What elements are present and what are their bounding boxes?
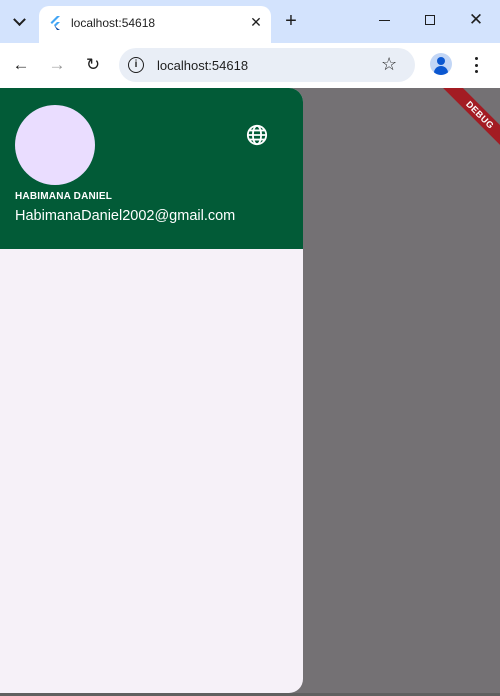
language-icon[interactable]	[246, 124, 268, 146]
browser-menu-icon[interactable]	[470, 55, 482, 75]
bookmark-star-icon[interactable]: ☆	[381, 54, 397, 75]
url-text[interactable]: localhost:54618	[157, 58, 248, 73]
profile-avatar-icon[interactable]	[430, 53, 452, 75]
debug-banner: DEBUG	[439, 88, 500, 156]
account-email: HabimanaDaniel2002@gmail.com	[15, 208, 236, 224]
app-viewport: HABIMANA DANIEL HabimanaDaniel2002@gmail…	[0, 88, 500, 696]
minimize-button[interactable]	[374, 10, 394, 30]
browser-tab-bar: localhost:54618 ✕ + ✕	[0, 0, 500, 43]
forward-button[interactable]: →	[45, 53, 69, 77]
debug-banner-label: DEBUG	[464, 99, 496, 131]
tab-search-button[interactable]	[5, 9, 33, 35]
navigation-drawer: HABIMANA DANIEL HabimanaDaniel2002@gmail…	[0, 88, 303, 693]
tab-close-icon[interactable]: ✕	[247, 13, 265, 31]
reload-button[interactable]: ↻	[81, 53, 105, 77]
maximize-button[interactable]	[420, 10, 440, 30]
maximize-icon	[425, 15, 435, 25]
account-name: HABIMANA DANIEL	[15, 191, 113, 202]
new-tab-button[interactable]: +	[281, 11, 301, 31]
close-window-button[interactable]: ✕	[466, 10, 486, 30]
back-button[interactable]: ←	[9, 53, 33, 77]
address-bar[interactable]: i localhost:54618 ☆	[119, 48, 415, 82]
tab-title: localhost:54618	[71, 16, 156, 30]
flutter-favicon-icon	[50, 16, 60, 30]
drawer-header: HABIMANA DANIEL HabimanaDaniel2002@gmail…	[0, 88, 303, 249]
browser-tab[interactable]: localhost:54618 ✕	[39, 6, 271, 43]
chevron-down-icon	[12, 12, 26, 26]
minimize-icon	[378, 19, 390, 21]
account-avatar[interactable]	[15, 105, 95, 185]
site-info-icon[interactable]: i	[128, 57, 144, 73]
browser-toolbar: ← → ↻ i localhost:54618 ☆	[0, 43, 500, 88]
